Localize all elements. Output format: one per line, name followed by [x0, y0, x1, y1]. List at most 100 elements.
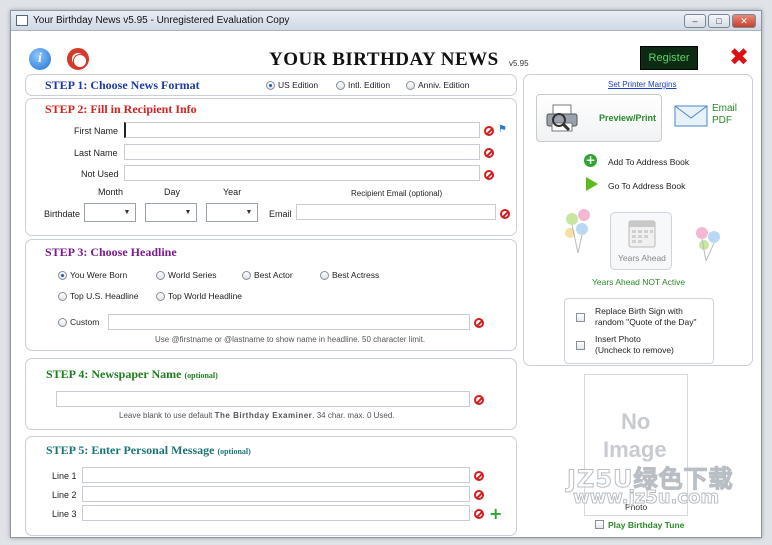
insert-photo-checkbox[interactable] — [576, 341, 585, 350]
people-icon[interactable]: ⚑ — [498, 124, 507, 135]
radio-top-world-headline[interactable]: Top World Headline — [156, 291, 242, 301]
lifebuoy-help-icon[interactable] — [67, 48, 89, 70]
years-ahead-status: Years Ahead NOT Active — [592, 277, 686, 287]
email-pdf-label-1: Email — [712, 103, 738, 114]
clear-line2-icon[interactable] — [474, 490, 484, 500]
maximize-icon[interactable]: □ — [708, 14, 730, 28]
clear-not-used-icon[interactable] — [484, 170, 494, 180]
preview-print-label: Preview/Print — [599, 113, 657, 123]
step1-panel: STEP 1: Choose News Format US Edition In… — [25, 74, 517, 96]
arrow-right-icon[interactable] — [586, 177, 598, 191]
radio-dot[interactable] — [336, 80, 345, 90]
radio-dot[interactable] — [58, 270, 67, 280]
not-used-input[interactable] — [124, 165, 480, 181]
message-line1-input[interactable] — [82, 467, 470, 483]
year-select[interactable]: ▼ — [206, 203, 258, 222]
line2-label: Line 2 — [52, 490, 77, 500]
app-header: i YOUR BIRTHDAY NEWS v5.95 Register ✖ — [11, 32, 761, 80]
preview-print-button[interactable]: Preview/Print — [536, 94, 662, 142]
play-birthday-tune-checkbox[interactable] — [595, 520, 604, 529]
radio-top-us-headline[interactable]: Top U.S. Headline — [58, 291, 139, 301]
birthdate-label: Birthdate — [44, 209, 81, 219]
exit-x-icon[interactable]: ✖ — [728, 45, 750, 69]
radio-you-were-born[interactable]: You Were Born — [58, 270, 127, 280]
step4-title: STEP 4: Newspaper Name (optional) — [46, 367, 218, 381]
last-name-input[interactable] — [124, 144, 480, 160]
recipient-email-label: Recipient Email (optional) — [351, 189, 443, 198]
step1-title: STEP 1: Choose News Format — [45, 78, 200, 92]
clear-newspaper-name-icon[interactable] — [474, 395, 484, 405]
clear-line1-icon[interactable] — [474, 471, 484, 481]
line1-label: Line 1 — [52, 471, 77, 481]
email-input[interactable] — [296, 204, 496, 220]
radio-custom[interactable]: Custom — [58, 317, 99, 327]
chevron-down-icon[interactable]: ▼ — [121, 206, 133, 219]
radio-dot[interactable] — [156, 270, 165, 280]
info-icon[interactable]: i — [29, 48, 51, 70]
add-line-plus-icon[interactable]: + — [489, 504, 502, 523]
email-pdf-button[interactable]: Email PDF — [674, 101, 744, 137]
go-to-address-book-link[interactable]: Go To Address Book — [608, 181, 685, 191]
register-button[interactable]: Register — [640, 46, 698, 70]
radio-anniv-edition[interactable]: Anniv. Edition — [406, 80, 469, 90]
day-select[interactable]: ▼ — [145, 203, 197, 222]
minimize-icon[interactable]: – — [684, 14, 706, 28]
replace-birth-sign-label: Replace Birth Sign with — [595, 306, 683, 316]
radio-world-series[interactable]: World Series — [156, 270, 217, 280]
envelope-icon — [674, 103, 708, 129]
chevron-down-icon[interactable]: ▼ — [243, 206, 255, 219]
radio-best-actress[interactable]: Best Actress — [320, 270, 379, 280]
title-bar[interactable]: Your Birthday News v5.95 - Unregistered … — [11, 11, 761, 31]
headline-hint: Use @firstname or @lastname to show name… — [155, 335, 426, 344]
radio-intl-edition[interactable]: Intl. Edition — [336, 80, 390, 90]
radio-dot[interactable] — [266, 80, 275, 90]
app-icon — [16, 15, 28, 26]
day-label: Day — [164, 187, 181, 197]
clear-line3-icon[interactable] — [474, 509, 484, 519]
first-name-input[interactable] — [124, 122, 480, 138]
radio-dot[interactable] — [242, 270, 251, 280]
version-label: v5.95 — [509, 59, 529, 68]
step5-title: STEP 5: Enter Personal Message (optional… — [46, 443, 251, 457]
replace-birth-sign-label-2: random "Quote of the Day" — [595, 317, 697, 327]
set-printer-margins-link[interactable]: Set Printer Margins — [608, 80, 676, 89]
chevron-down-icon[interactable]: ▼ — [182, 206, 194, 219]
insert-photo-label-2: (Uncheck to remove) — [595, 345, 674, 355]
play-birthday-tune-label: Play Birthday Tune — [608, 520, 685, 530]
years-ahead-button[interactable]: Years Ahead — [610, 212, 672, 270]
close-window-icon[interactable]: ✕ — [732, 14, 756, 28]
message-line2-input[interactable] — [82, 486, 470, 502]
month-label: Month — [98, 187, 124, 197]
radio-dot[interactable] — [156, 291, 165, 301]
newspaper-name-input[interactable] — [56, 391, 470, 407]
replace-birth-sign-checkbox[interactable] — [576, 313, 585, 322]
clear-first-name-icon[interactable] — [484, 126, 494, 136]
radio-dot[interactable] — [58, 317, 67, 327]
radio-best-actor[interactable]: Best Actor — [242, 270, 293, 280]
radio-dot[interactable] — [320, 270, 329, 280]
radio-dot[interactable] — [406, 80, 415, 90]
printer-icon — [545, 104, 579, 132]
radio-dot[interactable] — [58, 291, 67, 301]
step2-title: STEP 2: Fill in Recipient Info — [45, 102, 197, 116]
add-to-address-book-link[interactable]: Add To Address Book — [608, 157, 689, 167]
step3-panel: STEP 3: Choose Headline You Were Born Wo… — [25, 239, 517, 351]
app-window: Your Birthday News v5.95 - Unregistered … — [10, 10, 762, 538]
radio-us-edition[interactable]: US Edition — [266, 80, 318, 90]
message-line3-input[interactable] — [82, 505, 470, 521]
clear-custom-headline-icon[interactable] — [474, 318, 484, 328]
clear-last-name-icon[interactable] — [484, 148, 494, 158]
month-select[interactable]: ▼ — [84, 203, 136, 222]
window-title: Your Birthday News v5.95 - Unregistered … — [33, 15, 290, 26]
calendar-icon — [628, 218, 656, 248]
no-image-text-1: No — [621, 409, 651, 434]
year-label: Year — [223, 187, 242, 197]
clear-email-icon[interactable] — [500, 209, 510, 219]
add-circle-icon[interactable]: + — [584, 154, 597, 167]
insert-photo-label: Insert Photo — [595, 334, 641, 344]
step4-panel: STEP 4: Newspaper Name (optional) Leave … — [25, 358, 517, 430]
custom-headline-input[interactable] — [108, 314, 470, 330]
window-controls: – □ ✕ — [684, 14, 756, 28]
email-label: Email — [269, 209, 292, 219]
step2-panel: STEP 2: Fill in Recipient Info First Nam… — [25, 98, 517, 236]
